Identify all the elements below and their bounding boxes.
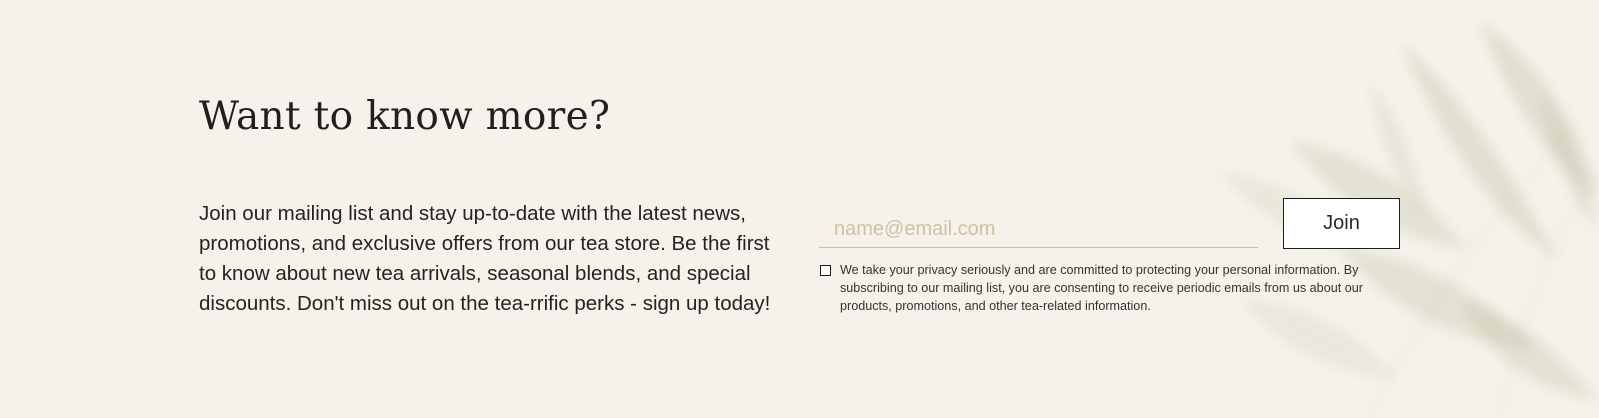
newsletter-description: Join our mailing list and stay up-to-dat… [199, 202, 771, 315]
privacy-consent-checkbox[interactable] [820, 265, 831, 276]
newsletter-heading: Want to know more? [199, 94, 611, 139]
privacy-consent-text: We take your privacy seriously and are c… [840, 263, 1363, 313]
join-button[interactable]: Join [1283, 198, 1400, 249]
email-field[interactable] [819, 212, 1258, 248]
